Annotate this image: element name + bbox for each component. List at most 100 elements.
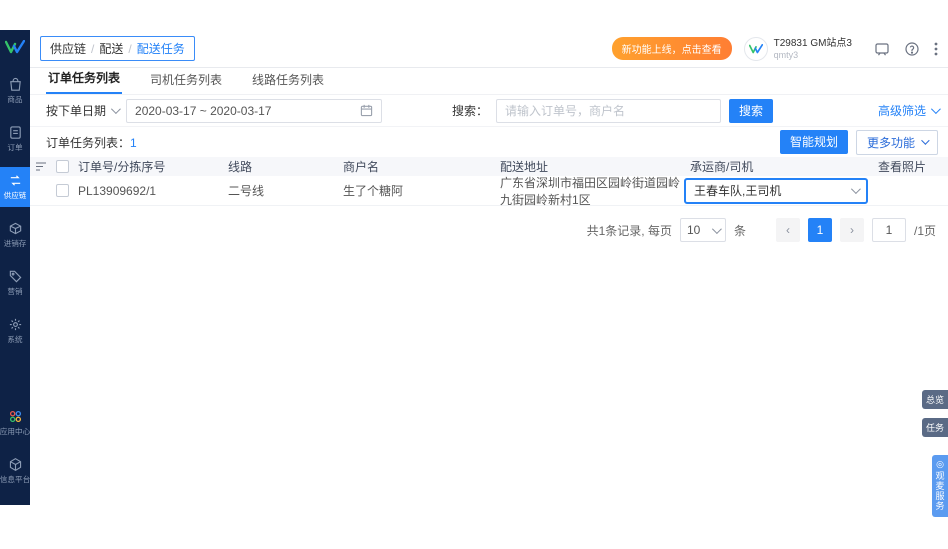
date-range-picker[interactable]: 2020-03-17 ~ 2020-03-17 [126, 98, 383, 123]
sidebar-item-label: 应用中心 [0, 427, 31, 436]
sidebar-item-marketing[interactable]: 营销 [0, 263, 30, 303]
main-area: 供应链 / 配送 / 配送任务 新功能上线，点击查看 T29831 GM站点3 … [30, 30, 948, 505]
gear-icon [9, 318, 21, 331]
breadcrumb: 供应链 / 配送 / 配送任务 [40, 36, 195, 61]
hexagon-icon [9, 458, 21, 471]
brand-logo-icon [4, 39, 26, 57]
more-functions-label: 更多功能 [866, 135, 915, 150]
sidebar-item-label: 进销存 [3, 239, 27, 248]
floating-tag-service[interactable]: ◎ 观麦服务 [932, 455, 948, 517]
list-count: 订单任务列表：1 [46, 135, 137, 150]
header-route: 线路 [228, 160, 253, 174]
floating-tag-task[interactable]: 任务 [921, 418, 948, 437]
table-row: PL13909692/1 二号线 生了个糖阿 广东省深圳市福田区园岭街道园岭九街… [30, 175, 948, 207]
tab-order-task-list[interactable]: 订单任务列表 [46, 65, 123, 94]
date-type-dropdown[interactable]: 按下单日期 [46, 102, 121, 119]
sidebar-item-supply-chain[interactable]: 供应链 [0, 167, 30, 207]
sidebar-item-inventory[interactable]: 进销存 [0, 215, 30, 255]
user-subname: qmty3 [773, 49, 799, 60]
filter-row: 按下单日期 2020-03-17 ~ 2020-03-17 搜索： 搜索 高级筛… [30, 95, 948, 127]
app-window: 商品 订单 供应链 进销存 营销 系统 应用中心 信息平台 供应链 / 配送 /… [0, 30, 948, 505]
advanced-filter-toggle[interactable]: 高级筛选 [877, 102, 941, 119]
chevron-down-icon [930, 104, 941, 115]
breadcrumb-supply-chain[interactable]: 供应链 [50, 40, 86, 57]
more-menu-icon[interactable] [934, 41, 938, 57]
carrier-driver-select[interactable]: 王春车队,王司机 [684, 177, 868, 204]
pagination-total: 共1条记录, 每页 [586, 223, 672, 238]
next-page-button[interactable]: › [839, 218, 864, 242]
header-address: 配送地址 [500, 160, 549, 174]
new-feature-badge[interactable]: 新功能上线，点击查看 [611, 37, 732, 60]
pagination-unit: 条 [733, 223, 746, 238]
sidebar-item-message-platform[interactable]: 信息平台 [0, 451, 30, 491]
more-functions-button[interactable]: 更多功能 [855, 129, 938, 155]
sidebar-item-goods[interactable]: 商品 [0, 71, 30, 111]
floating-tag-overview[interactable]: 总览 [921, 390, 948, 409]
headset-icon: ◎ [936, 459, 944, 469]
date-range-value: 2020-03-17 ~ 2020-03-17 [135, 103, 272, 118]
sidebar-item-system[interactable]: 系统 [0, 311, 30, 351]
user-name: T29831 GM站点3 [773, 37, 852, 49]
avatar [743, 36, 768, 61]
breadcrumb-separator: / [91, 41, 95, 56]
document-icon [9, 126, 21, 139]
sidebar-item-label: 营销 [7, 287, 23, 296]
breadcrumb-separator: / [128, 41, 132, 56]
row-checkbox[interactable] [52, 184, 78, 197]
page-size-select[interactable]: 10 [679, 218, 726, 242]
chevron-down-icon [921, 136, 930, 145]
cell-address: 广东省深圳市福田区园岭街道园岭九街园岭新村1区 [500, 175, 681, 207]
cell-route: 二号线 [228, 184, 265, 198]
user-block[interactable]: T29831 GM站点3 qmty3 [743, 36, 852, 61]
bag-icon [9, 77, 21, 91]
tab-driver-task-list[interactable]: 司机任务列表 [148, 67, 224, 94]
sidebar-item-orders[interactable]: 订单 [0, 119, 30, 159]
list-toolbar: 订单任务列表：1 智能规划 更多功能 [30, 127, 948, 157]
cell-carrier: 王春车队,王司机 [684, 177, 878, 204]
top-bar-right: 新功能上线，点击查看 T29831 GM站点3 qmty3 [611, 36, 938, 61]
page-size-value: 10 [686, 223, 701, 237]
checkbox-icon [56, 160, 69, 173]
tag-icon [9, 270, 21, 283]
tab-route-task-list[interactable]: 线路任务列表 [250, 67, 326, 94]
top-icons [874, 41, 938, 57]
chevron-down-icon [850, 184, 861, 195]
sidebar-item-label: 供应链 [3, 191, 27, 200]
smart-plan-button[interactable]: 智能规划 [779, 129, 848, 154]
checkbox-icon [56, 184, 69, 197]
sidebar-item-label: 商品 [7, 95, 23, 104]
search-input[interactable] [496, 98, 722, 123]
header-order-no: 订单号/分拣序号 [78, 160, 166, 174]
breadcrumb-delivery[interactable]: 配送 [99, 40, 123, 57]
header-merchant: 商户名 [343, 160, 380, 174]
header-view-photo: 查看照片 [878, 160, 927, 174]
page-jump-input[interactable]: 1 [871, 218, 906, 242]
date-type-label: 按下单日期 [46, 104, 107, 118]
toolbar-buttons: 智能规划 更多功能 [779, 129, 938, 155]
list-count-number: 1 [130, 135, 137, 150]
sidebar-item-label: 系统 [7, 335, 23, 344]
apps-icon [9, 410, 21, 423]
box-icon [9, 222, 21, 235]
advanced-filter-label: 高级筛选 [877, 104, 926, 118]
pagination: 共1条记录, 每页 10 条 ‹ 1 › 1 /1页 [30, 206, 948, 242]
table-header: 订单号/分拣序号 线路 商户名 配送地址 承运商/司机 查看照片 [30, 157, 948, 176]
calendar-icon [360, 104, 373, 117]
sidebar-item-app-center[interactable]: 应用中心 [0, 403, 30, 443]
sidebar: 商品 订单 供应链 进销存 营销 系统 应用中心 信息平台 [0, 30, 30, 505]
breadcrumb-delivery-task[interactable]: 配送任务 [137, 40, 185, 57]
task-tabs: 订单任务列表 司机任务列表 线路任务列表 [30, 68, 948, 95]
cell-merchant: 生了个糖阿 [343, 184, 404, 198]
sidebar-item-label: 信息平台 [0, 475, 31, 484]
pagination-total-pages: /1页 [913, 223, 936, 238]
select-all-checkbox[interactable] [52, 160, 78, 173]
carrier-driver-value: 王春车队,王司机 [694, 184, 782, 198]
message-icon[interactable] [874, 41, 890, 57]
sort-columns-icon[interactable] [30, 161, 52, 172]
help-icon[interactable] [904, 41, 920, 57]
chevron-down-icon [110, 104, 121, 115]
search-button[interactable]: 搜索 [729, 98, 774, 123]
current-page-button[interactable]: 1 [807, 218, 832, 242]
prev-page-button[interactable]: ‹ [775, 218, 800, 242]
search-label: 搜索： [452, 104, 489, 118]
